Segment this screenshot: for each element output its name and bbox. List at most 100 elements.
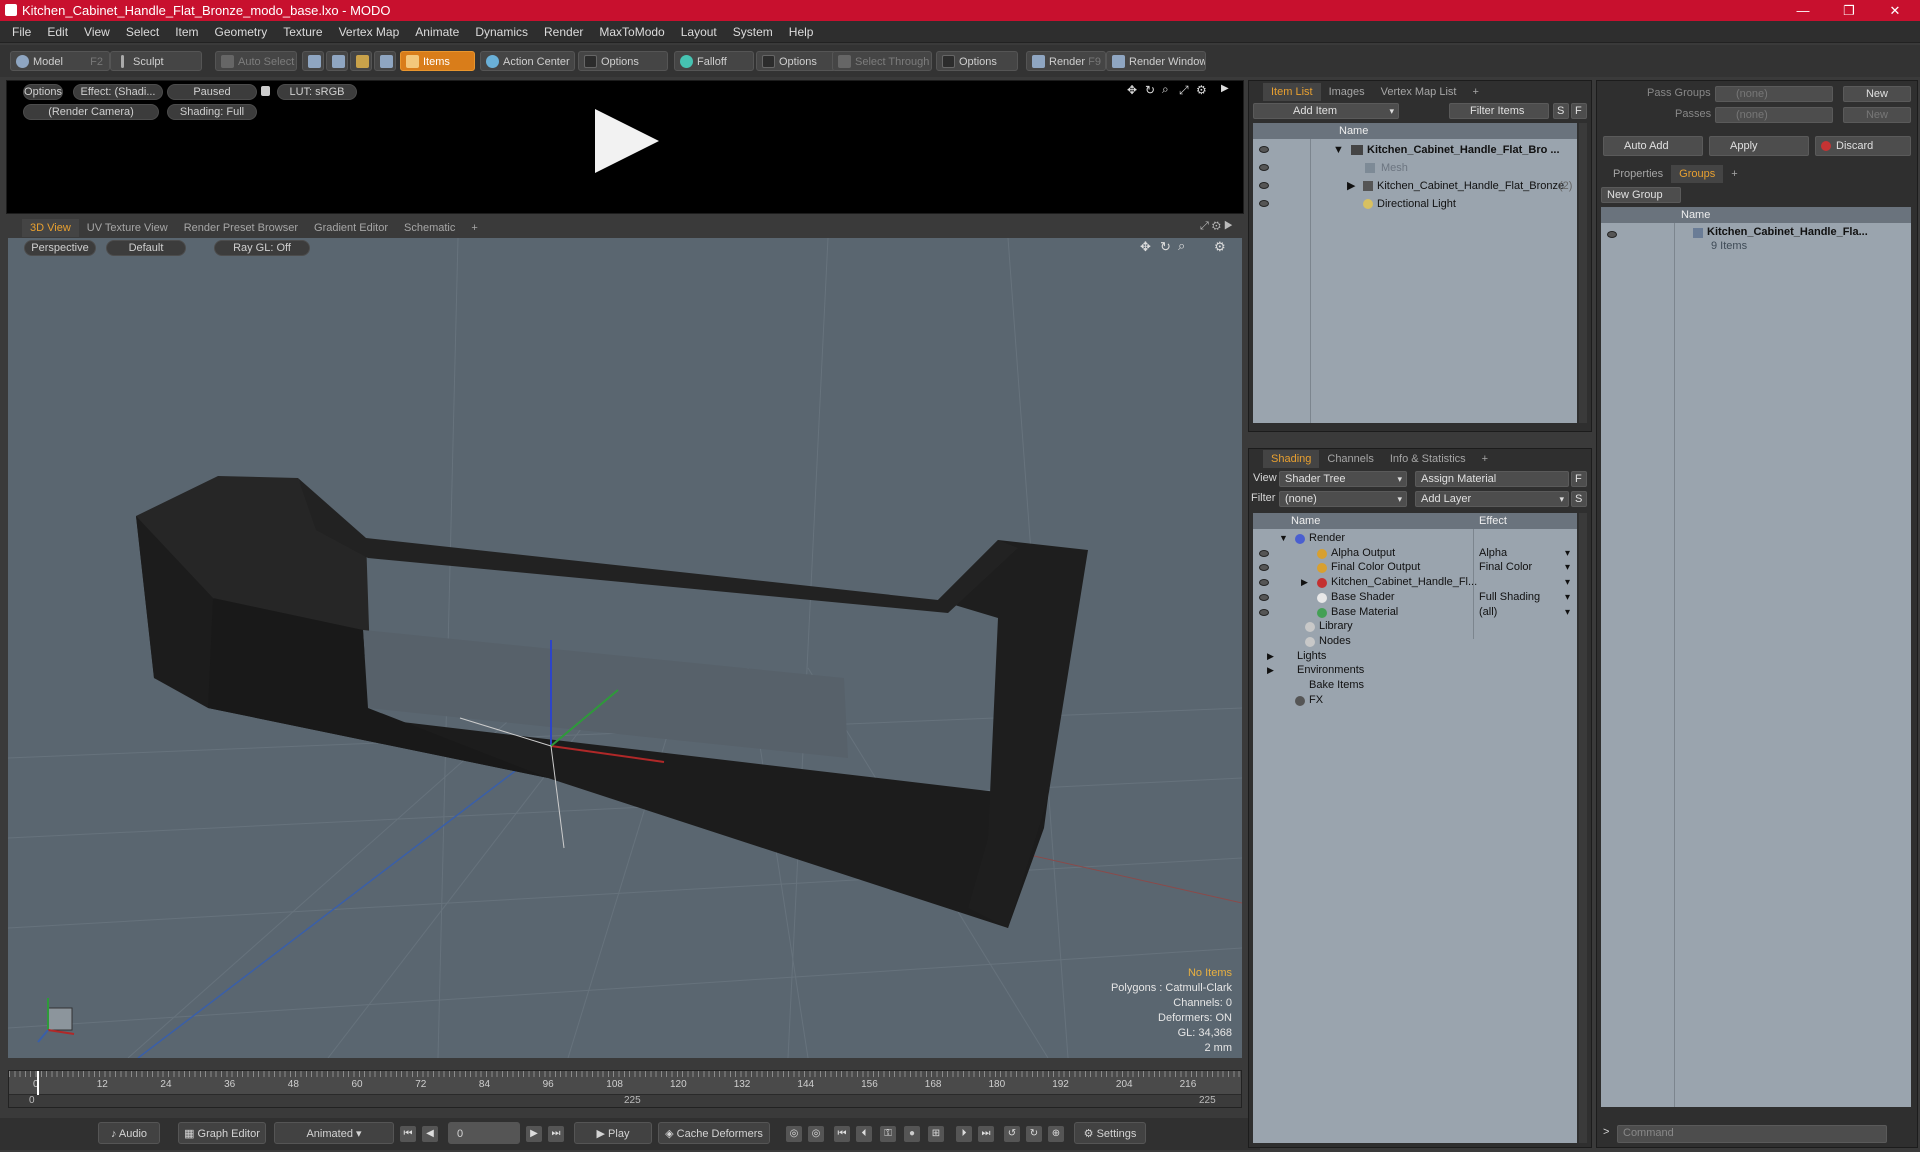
tab-channels[interactable]: Channels: [1319, 450, 1381, 468]
add-item-dropdown[interactable]: Add Item ▾: [1253, 103, 1399, 119]
shader-row-fx[interactable]: FX: [1253, 693, 1577, 708]
visibility-eye-icon[interactable]: [1259, 200, 1269, 207]
close-button[interactable]: ✕: [1872, 0, 1918, 21]
view-dropdown[interactable]: Shader Tree ▾: [1279, 471, 1407, 487]
play-button[interactable]: ▶ Play: [574, 1122, 652, 1144]
action-center-options-button[interactable]: Options: [578, 51, 668, 71]
3d-viewport[interactable]: Perspective Default Ray GL: Off ✥ ↻ ⌕ ⚙ …: [8, 238, 1242, 1058]
shader-item-effect[interactable]: (all): [1479, 605, 1497, 620]
render-button[interactable]: Render F9: [1026, 51, 1106, 71]
shader-row-base-material[interactable]: Base Material (all) ▾: [1253, 605, 1577, 620]
prev-key-icon[interactable]: ◀: [422, 1126, 438, 1142]
render-window-button[interactable]: Render Window: [1106, 51, 1206, 71]
go-to-end-icon[interactable]: ⏭: [548, 1126, 564, 1142]
edges-mode-button[interactable]: [326, 51, 348, 71]
tab-shading[interactable]: Shading: [1263, 450, 1320, 468]
polygons-mode-button[interactable]: [350, 51, 372, 71]
item-list-scrollbar[interactable]: [1579, 123, 1587, 423]
menu-select[interactable]: Select: [118, 21, 167, 43]
viewport-zoom-icon[interactable]: ⌕: [1178, 238, 1185, 254]
tab-item-list[interactable]: Item List: [1263, 83, 1321, 101]
menu-geometry[interactable]: Geometry: [207, 21, 276, 43]
view-maximize-icon[interactable]: ⤢ ⚙ ▶: [1200, 220, 1233, 233]
assign-material-dropdown[interactable]: Assign Material: [1415, 471, 1569, 487]
lock-icon[interactable]: [261, 86, 270, 96]
shader-row-render[interactable]: ▼ Render: [1253, 531, 1577, 546]
tab-info-statistics[interactable]: Info & Statistics: [1382, 450, 1474, 468]
auto-add-button[interactable]: Auto Add: [1603, 136, 1703, 156]
key-set-icon[interactable]: ⊞: [928, 1126, 944, 1142]
keyframe-icon[interactable]: ◎: [786, 1126, 802, 1142]
perspective-dropdown[interactable]: Perspective: [24, 240, 96, 256]
menu-view[interactable]: View: [76, 21, 118, 43]
tab-uv-texture-view[interactable]: UV Texture View: [79, 219, 176, 237]
shader-item-effect[interactable]: Full Shading: [1479, 590, 1540, 605]
menu-layout[interactable]: Layout: [673, 21, 725, 43]
timeline[interactable]: 0 12 24 36 48 60 72 84 96 108 120 132 144 156 168 180 19…: [8, 1070, 1242, 1108]
pass-groups-dropdown[interactable]: (none): [1715, 86, 1833, 102]
tab-properties[interactable]: Properties: [1605, 165, 1671, 183]
preview-zoom-icon[interactable]: ⌕: [1162, 82, 1169, 97]
preview-options-button[interactable]: Options: [23, 84, 63, 100]
raygl-dropdown[interactable]: Ray GL: Off: [214, 240, 310, 256]
minimize-button[interactable]: —: [1780, 0, 1826, 21]
preview-settings-icon[interactable]: ⚙: [1196, 83, 1207, 97]
preview-menu-arrow-icon[interactable]: ▶: [1221, 83, 1229, 94]
effect-dropdown-arrow-icon[interactable]: ▾: [1565, 560, 1570, 575]
model-mode-button[interactable]: Model F2: [10, 51, 110, 71]
add-tab-button[interactable]: +: [1474, 450, 1496, 468]
step-forward-icon[interactable]: ⏵: [956, 1126, 972, 1142]
expand-arrow-icon[interactable]: ▶: [1267, 649, 1274, 664]
new-pass-group-button[interactable]: New: [1843, 86, 1911, 102]
effect-dropdown-arrow-icon[interactable]: ▾: [1565, 605, 1570, 620]
step-back-icon[interactable]: ⏴: [856, 1126, 872, 1142]
shading-dropdown[interactable]: Shading: Full: [167, 104, 257, 120]
tab-images[interactable]: Images: [1321, 83, 1373, 101]
restore-button[interactable]: ❐: [1826, 0, 1872, 21]
tab-gradient-editor[interactable]: Gradient Editor: [306, 219, 396, 237]
key-icon[interactable]: ⚿: [880, 1126, 896, 1142]
shading-s-button[interactable]: S: [1571, 491, 1587, 507]
prev-frame-icon[interactable]: ⏮: [834, 1126, 850, 1142]
auto-select-button[interactable]: Auto Select: [215, 51, 297, 71]
preview-effect-dropdown[interactable]: Effect: (Shadi...: [73, 84, 163, 100]
viewport-move-icon[interactable]: ✥: [1140, 239, 1151, 255]
shader-item-effect[interactable]: Final Color: [1479, 560, 1532, 575]
graph-editor-button[interactable]: ▦ Graph Editor: [178, 1122, 266, 1144]
add-tab-button[interactable]: +: [463, 219, 485, 237]
visibility-eye-icon[interactable]: [1607, 231, 1617, 238]
viewport-settings-icon[interactable]: ⚙: [1214, 239, 1226, 255]
audio-button[interactable]: ♪ Audio: [98, 1122, 160, 1144]
item-row-mesh-group[interactable]: ▶ Kitchen_Cabinet_Handle_Flat_Bronze (2): [1253, 177, 1577, 195]
tab-schematic[interactable]: Schematic: [396, 219, 463, 237]
item-row-mesh[interactable]: Mesh: [1253, 159, 1577, 177]
select-through-options-button[interactable]: Options: [936, 51, 1018, 71]
preview-maximize-icon[interactable]: ⤢: [1179, 83, 1189, 98]
filter-items-input[interactable]: Filter Items: [1449, 103, 1549, 119]
cache-deformers-button[interactable]: ◈ Cache Deformers: [658, 1122, 770, 1144]
item-row-scene[interactable]: ▼ Kitchen_Cabinet_Handle_Flat_Bro ...: [1253, 141, 1577, 159]
menu-edit[interactable]: Edit: [39, 21, 76, 43]
command-input[interactable]: Command: [1617, 1125, 1887, 1143]
menu-animate[interactable]: Animate: [407, 21, 467, 43]
vertices-mode-button[interactable]: [302, 51, 324, 71]
filter-dropdown[interactable]: (none) ▾: [1279, 491, 1407, 507]
falloff-options-button[interactable]: Options: [756, 51, 836, 71]
select-through-button[interactable]: Select Through: [832, 51, 932, 71]
menu-help[interactable]: Help: [781, 21, 822, 43]
tab-vertex-map-list[interactable]: Vertex Map List: [1373, 83, 1465, 101]
discard-button[interactable]: Discard: [1815, 136, 1911, 156]
menu-maxtomodo[interactable]: MaxToModo: [591, 21, 672, 43]
shader-row-final-color-output[interactable]: Final Color Output Final Color ▾: [1253, 560, 1577, 575]
shading-f-button[interactable]: F: [1571, 471, 1587, 487]
visibility-eye-icon[interactable]: [1259, 579, 1269, 587]
menu-texture[interactable]: Texture: [275, 21, 330, 43]
audio-scrub-icon[interactable]: ↻: [1026, 1126, 1042, 1142]
apply-button[interactable]: Apply: [1709, 136, 1809, 156]
sculpt-mode-button[interactable]: Sculpt: [110, 51, 202, 71]
visibility-eye-icon[interactable]: [1259, 593, 1269, 601]
tab-render-preset-browser[interactable]: Render Preset Browser: [176, 219, 306, 237]
filter-s-button[interactable]: S: [1553, 103, 1569, 119]
shader-row-alpha-output[interactable]: Alpha Output Alpha ▾: [1253, 546, 1577, 561]
record-icon[interactable]: ●: [904, 1126, 920, 1142]
